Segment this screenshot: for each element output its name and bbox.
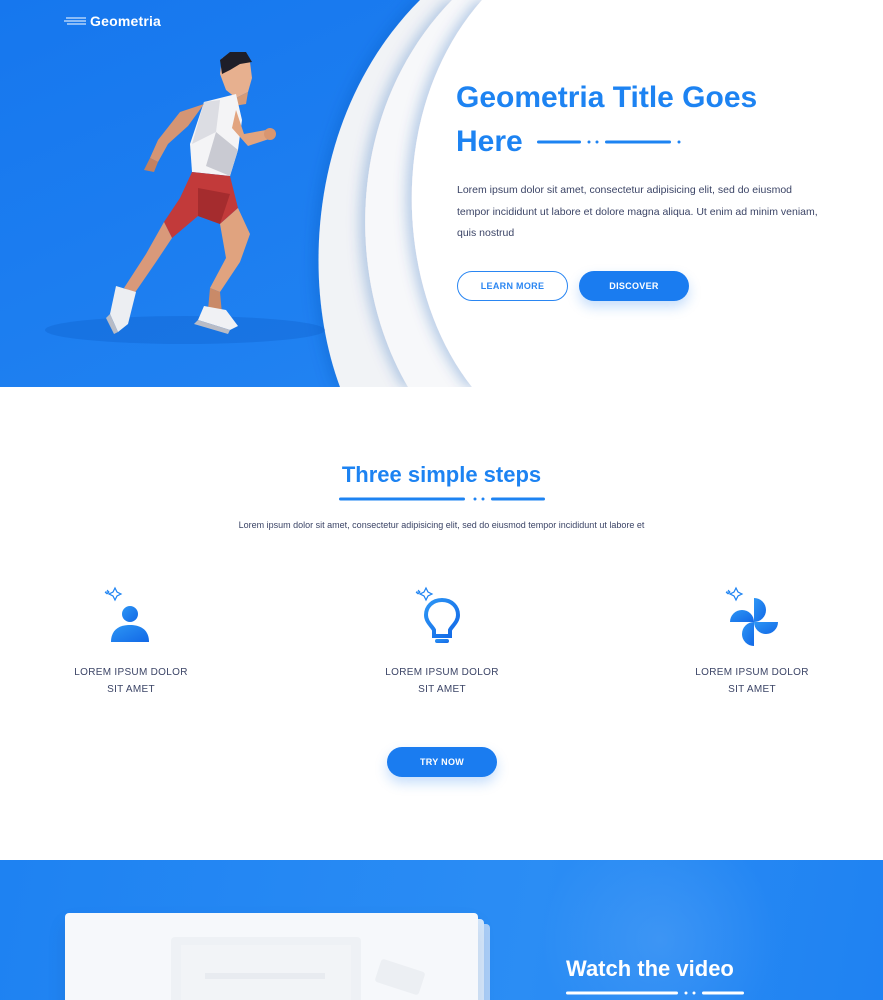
step-label-2: LOREM IPSUM DOLOR SIT AMET xyxy=(362,664,522,698)
pinwheel-sparkle-icon xyxy=(725,586,778,646)
hero-title-line1: Geometria Title Goes xyxy=(456,81,758,114)
discover-button[interactable]: DISCOVER xyxy=(579,271,689,301)
user-sparkle-icon xyxy=(104,586,149,642)
step-label-line1: LOREM IPSUM DOLOR xyxy=(385,667,499,678)
step-label-line2: SIT AMET xyxy=(418,684,466,695)
steps-title: Three simple steps xyxy=(341,462,542,487)
step-item-2: LOREM IPSUM DOLOR SIT AMET xyxy=(362,584,522,698)
laptop-desk-image xyxy=(171,937,425,1000)
step-label-line1: LOREM IPSUM DOLOR xyxy=(695,667,809,678)
learn-more-button[interactable]: LEARN MORE xyxy=(457,271,568,301)
step-label-3: LOREM IPSUM DOLOR SIT AMET xyxy=(672,664,832,698)
hero-description: Lorem ipsum dolor sit amet, consectetur … xyxy=(457,184,818,239)
steps-subtitle: Lorem ipsum dolor sit amet, consectetur … xyxy=(238,520,645,530)
video-title: Watch the video xyxy=(566,956,734,981)
logo[interactable]: Geometria xyxy=(64,13,161,29)
steps-divider-decoration xyxy=(339,497,545,501)
hero-title-line2-row: Here xyxy=(456,120,866,164)
video-preview-card[interactable] xyxy=(65,913,478,1000)
hero-title: Geometria Title Goes Here xyxy=(456,76,866,164)
hero-title-line2: Here xyxy=(456,125,523,158)
step-item-1: LOREM IPSUM DOLOR SIT AMET xyxy=(51,584,211,698)
try-now-button[interactable]: TRY NOW xyxy=(387,747,497,777)
video-section: Watch the video xyxy=(0,860,883,1000)
step-label-line1: LOREM IPSUM DOLOR xyxy=(74,667,188,678)
lightbulb-sparkle-icon xyxy=(415,586,461,643)
title-divider-decoration xyxy=(536,140,681,144)
logo-text: Geometria xyxy=(90,13,162,29)
hero-section: Geometria Geometria Title Goes Here Lore… xyxy=(0,0,883,387)
step-label-line2: SIT AMET xyxy=(107,684,155,695)
step-label-1: LOREM IPSUM DOLOR SIT AMET xyxy=(51,664,211,698)
step-item-3: LOREM IPSUM DOLOR SIT AMET xyxy=(672,584,832,698)
video-divider-decoration xyxy=(566,991,744,995)
speed-lines-icon xyxy=(64,17,86,25)
step-label-line2: SIT AMET xyxy=(728,684,776,695)
runner-illustration xyxy=(106,52,276,334)
